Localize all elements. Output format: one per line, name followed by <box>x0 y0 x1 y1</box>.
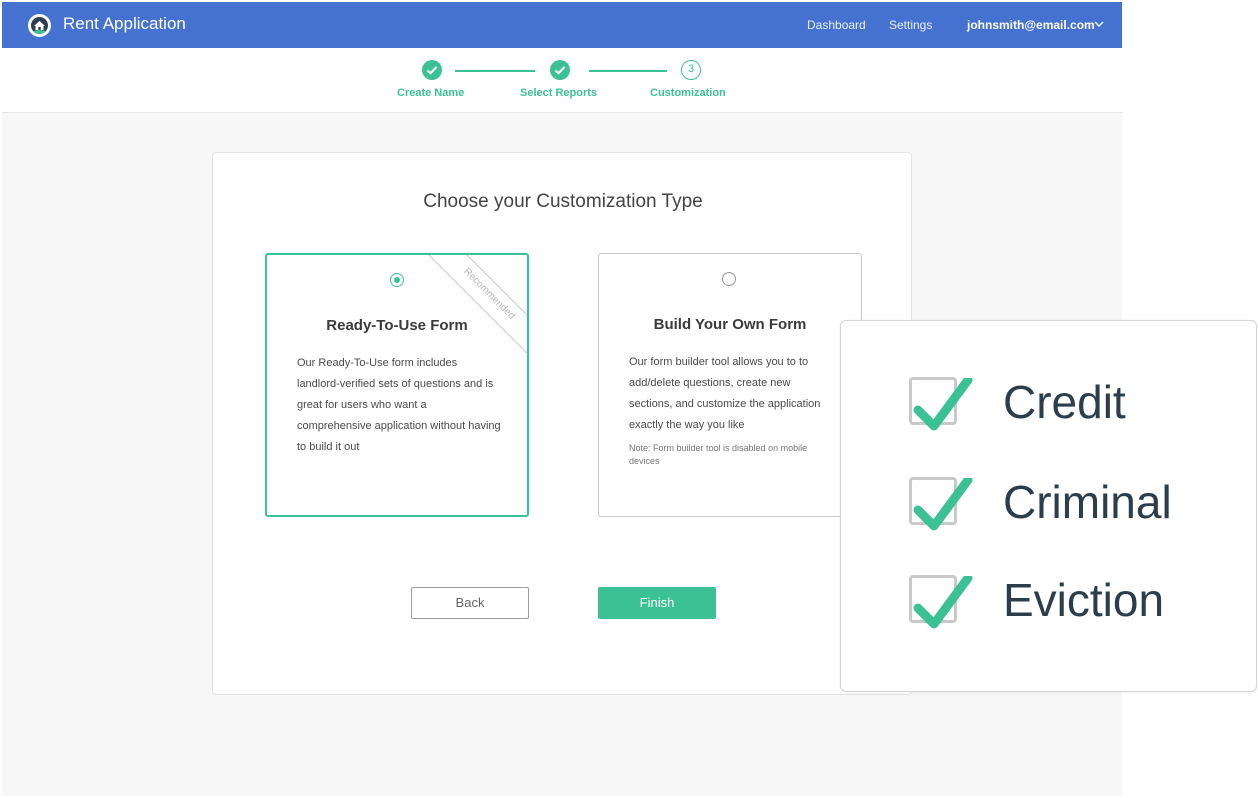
top-header: Rent Application Dashboard Settings john… <box>2 2 1122 48</box>
credit-label: Credit <box>1003 376 1126 428</box>
report-item-criminal[interactable]: Criminal <box>909 461 1249 531</box>
reports-overlay-card: Credit Criminal Eviction <box>840 320 1257 692</box>
report-item-eviction[interactable]: Eviction <box>909 559 1249 629</box>
check-icon <box>550 60 570 80</box>
checkmark-icon <box>913 378 973 431</box>
step-label-create-name: Create Name <box>397 87 465 99</box>
credit-checkbox[interactable] <box>909 377 973 431</box>
nav-dashboard-link[interactable]: Dashboard <box>807 18 866 32</box>
finish-button[interactable]: Finish <box>598 587 716 619</box>
report-item-credit[interactable]: Credit <box>909 361 1249 431</box>
progress-stepper: 3 Create Name Select Reports Customizati… <box>2 48 1122 113</box>
eviction-checkbox[interactable] <box>909 575 973 629</box>
option-ready-to-use-form[interactable]: Recommended Ready-To-Use Form Our Ready-… <box>265 253 529 517</box>
house-logo-icon[interactable] <box>28 14 51 37</box>
option-note: Note: Form builder tool is disabled on m… <box>629 443 808 466</box>
build-your-own-radio[interactable] <box>722 272 736 286</box>
nav-settings-link[interactable]: Settings <box>889 18 932 32</box>
option-title: Ready-To-Use Form <box>326 317 468 334</box>
step-connector <box>455 70 535 72</box>
customization-panel: Choose your Customization Type Recommend… <box>212 152 912 695</box>
eviction-label: Eviction <box>1003 574 1165 626</box>
checkmark-icon <box>913 478 973 531</box>
option-title: Build Your Own Form <box>653 316 807 333</box>
back-button[interactable]: Back <box>411 587 529 619</box>
step-number-badge: 3 <box>681 60 701 80</box>
option-description: Our form builder tool allows you to to a… <box>629 356 821 431</box>
step-label-customization: Customization <box>650 87 726 99</box>
page-title: Choose your Customization Type <box>423 191 703 212</box>
step-connector <box>589 70 667 72</box>
criminal-checkbox[interactable] <box>909 477 973 531</box>
option-build-your-own-form[interactable]: Build Your Own Form Our form builder too… <box>598 253 862 517</box>
step-label-select-reports: Select Reports <box>520 87 598 99</box>
criminal-label: Criminal <box>1003 476 1172 528</box>
option-description: Our Ready-To-Use form includes landlord-… <box>297 357 501 453</box>
check-icon <box>422 60 442 80</box>
app-title: Rent Application <box>63 14 186 33</box>
user-email-menu[interactable]: johnsmith@email.com <box>967 18 1095 32</box>
checkmark-icon <box>913 576 973 629</box>
chevron-down-icon[interactable] <box>1092 17 1106 31</box>
ready-to-use-radio[interactable] <box>390 273 404 287</box>
